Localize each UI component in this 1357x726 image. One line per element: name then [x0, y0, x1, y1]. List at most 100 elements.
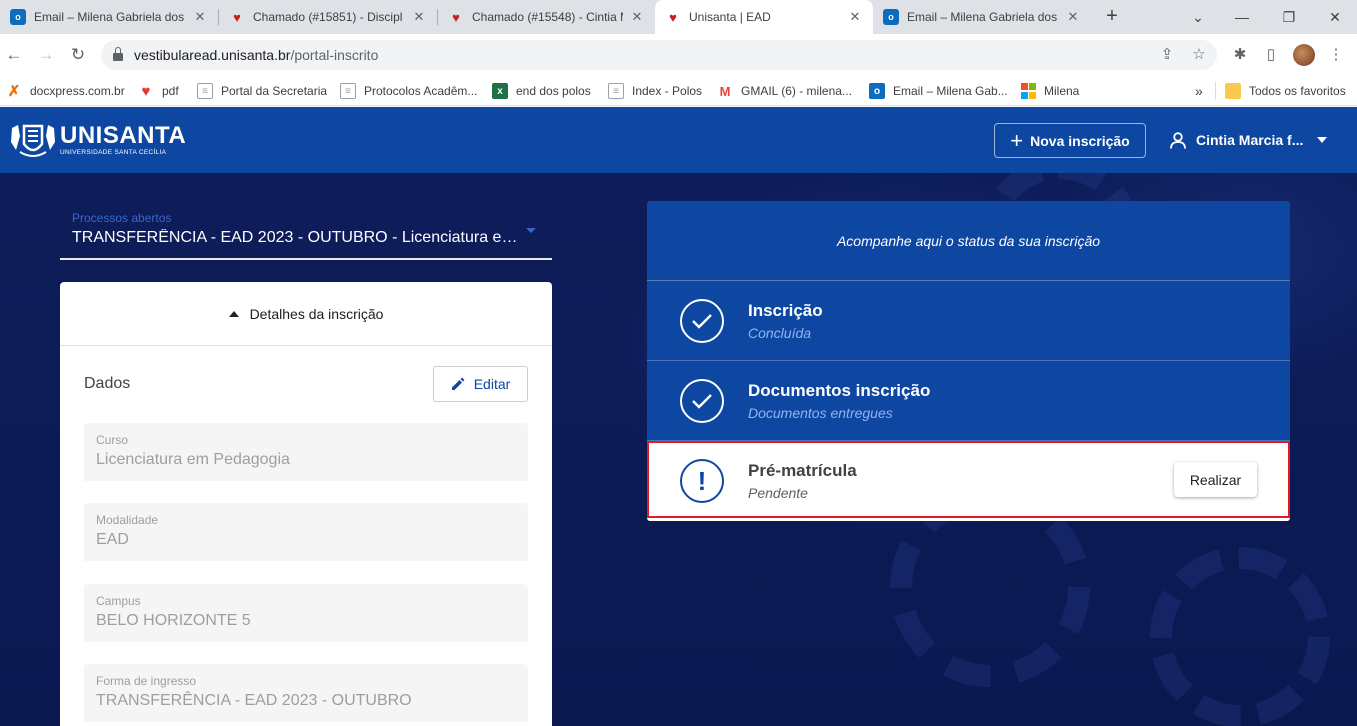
- dropdown-arrow-icon[interactable]: [526, 228, 536, 233]
- course-field: Curso Licenciatura em Pedagogia: [84, 423, 528, 481]
- process-select[interactable]: TRANSFERÊNCIA - EAD 2023 - OUTUBRO - Lic…: [72, 229, 522, 247]
- unisanta-icon: ♥: [669, 9, 677, 25]
- bookmark-item[interactable]: ≡ Index - Polos: [608, 82, 702, 100]
- section-title: Dados: [84, 375, 131, 392]
- unisanta-crest-icon: [11, 124, 55, 157]
- field-value: EAD: [96, 531, 129, 548]
- forward-icon[interactable]: →: [33, 42, 59, 68]
- document-icon: ≡: [608, 83, 624, 99]
- step-title: Inscrição: [748, 301, 823, 320]
- bookmarks-overflow-icon[interactable]: »: [1195, 82, 1203, 100]
- bookmark-item[interactable]: M GMAIL (6) - milena...: [717, 82, 852, 100]
- browser-tab[interactable]: o Email – Milena Gabriela dos ✕: [0, 0, 218, 34]
- tab-title: Unisanta | EAD: [689, 10, 771, 24]
- reload-icon[interactable]: ↻: [65, 42, 91, 68]
- details-toggle[interactable]: Detalhes da inscrição: [60, 282, 552, 346]
- chevron-down-icon: [1317, 137, 1328, 143]
- step-status: Documentos entregues: [748, 405, 893, 421]
- plus-icon: +: [1010, 127, 1024, 153]
- edit-label: Editar: [473, 376, 511, 392]
- profile-avatar[interactable]: [1293, 44, 1315, 66]
- bookmark-item[interactable]: o Email – Milena Gab...: [869, 82, 1008, 100]
- lock-icon[interactable]: [113, 47, 123, 61]
- document-icon: ≡: [340, 83, 356, 99]
- folder-icon: [1225, 83, 1241, 99]
- microsoft-icon: [1020, 83, 1036, 99]
- bookmark-label: pdf: [162, 84, 179, 98]
- bookmark-star-icon[interactable]: ☆: [1189, 45, 1209, 65]
- share-icon[interactable]: ⇪: [1157, 45, 1177, 65]
- pencil-icon: [451, 377, 464, 390]
- outlook-icon: o: [883, 9, 899, 25]
- excel-icon: x: [492, 83, 508, 99]
- url-text[interactable]: vestibularead.unisanta.br/portal-inscrit…: [134, 47, 378, 63]
- bookmark-label: Portal da Secretaria: [221, 84, 328, 98]
- bookmark-item[interactable]: ✗ docxpress.com.br: [6, 82, 125, 100]
- status-heading: Acompanhe aqui o status da sua inscrição: [647, 201, 1290, 281]
- bookmark-label: Todos os favoritos: [1249, 84, 1346, 98]
- details-card: Detalhes da inscrição Dados Editar Curso…: [60, 282, 552, 726]
- unisanta-icon: ♥: [233, 9, 241, 25]
- heart-icon: ♥: [141, 82, 151, 100]
- close-tab-icon[interactable]: ✕: [847, 9, 863, 25]
- address-bar[interactable]: vestibularead.unisanta.br/portal-inscrit…: [101, 40, 1217, 70]
- app-header: UNISANTA UNIVERSIDADE SANTA CECÍLIA + No…: [0, 107, 1357, 173]
- outlook-icon: o: [869, 83, 885, 99]
- unisanta-logo[interactable]: UNISANTA UNIVERSIDADE SANTA CECÍLIA: [8, 122, 186, 158]
- outlook-icon: o: [10, 9, 26, 25]
- user-icon: [1170, 131, 1186, 149]
- unisanta-icon: ♥: [452, 9, 460, 25]
- bookmark-item[interactable]: Milena: [1020, 82, 1079, 100]
- close-window-icon[interactable]: ✕: [1323, 5, 1347, 29]
- menu-icon[interactable]: ⋮: [1326, 45, 1346, 65]
- bookmark-item[interactable]: ≡ Protocolos Acadêm...: [340, 82, 477, 100]
- close-tab-icon[interactable]: ✕: [192, 9, 208, 25]
- back-icon[interactable]: ←: [1, 42, 27, 68]
- close-tab-icon[interactable]: ✕: [629, 9, 645, 25]
- bookmark-label: end dos polos: [516, 84, 591, 98]
- bookmark-item[interactable]: x end dos polos: [492, 82, 591, 100]
- bookmark-label: docxpress.com.br: [30, 84, 125, 98]
- side-panel-icon[interactable]: ▯: [1261, 45, 1281, 65]
- browser-toolbar: ← → ↻ vestibularead.unisanta.br/portal-i…: [0, 34, 1357, 76]
- field-label: Campus: [96, 594, 141, 608]
- bookmarks-bar: ✗ docxpress.com.br ♥ pdf ≡ Portal da Sec…: [0, 76, 1357, 106]
- field-label: Modalidade: [96, 513, 159, 527]
- tab-title: Email – Milena Gabriela dos: [34, 10, 185, 24]
- status-card: Acompanhe aqui o status da sua inscrição…: [647, 201, 1290, 521]
- new-tab-icon[interactable]: +: [1100, 4, 1124, 28]
- browser-tab[interactable]: ♥ Chamado (#15851) - Discipl ✕: [219, 0, 437, 34]
- extensions-icon[interactable]: ✱: [1230, 45, 1250, 65]
- bookmark-label: Protocolos Acadêm...: [364, 84, 478, 98]
- edit-button[interactable]: Editar: [433, 366, 528, 402]
- docxpress-icon: ✗: [7, 83, 21, 100]
- gmail-icon: M: [719, 83, 731, 99]
- entry-method-field: Forma de ingresso TRANSFERÊNCIA - EAD 20…: [84, 664, 528, 722]
- user-menu[interactable]: Cintia Marcia f...: [1170, 129, 1328, 151]
- bookmark-label: Email – Milena Gab...: [893, 84, 1008, 98]
- modality-field: Modalidade EAD: [84, 503, 528, 561]
- process-select-label: Processos abertos: [72, 211, 172, 225]
- bookmark-label: Milena: [1044, 84, 1080, 98]
- step-inscricao: Inscrição Concluída: [647, 281, 1290, 361]
- step-status: Concluída: [748, 325, 812, 341]
- bookmark-item[interactable]: ♥ pdf: [138, 82, 179, 100]
- close-tab-icon[interactable]: ✕: [1065, 9, 1081, 25]
- browser-tab[interactable]: o Email – Milena Gabriela dos ✕: [873, 0, 1091, 34]
- new-application-button[interactable]: + Nova inscrição: [994, 123, 1146, 158]
- tab-title: Email – Milena Gabriela dos: [907, 10, 1058, 24]
- tab-search-icon[interactable]: ⌄: [1186, 5, 1210, 29]
- browser-tab[interactable]: ♥ Chamado (#15548) - Cintia M ✕: [438, 0, 655, 34]
- step-documentos: Documentos inscrição Documentos entregue…: [647, 361, 1290, 441]
- close-tab-icon[interactable]: ✕: [411, 9, 427, 25]
- restore-icon[interactable]: ❐: [1277, 5, 1301, 29]
- check-circle-icon: [680, 299, 724, 343]
- user-name: Cintia Marcia f...: [1196, 132, 1304, 148]
- all-bookmarks[interactable]: Todos os favoritos: [1225, 82, 1346, 100]
- minimize-icon[interactable]: —: [1230, 5, 1254, 29]
- bookmark-label: GMAIL (6) - milena...: [741, 84, 852, 98]
- bookmark-item[interactable]: ≡ Portal da Secretaria: [197, 82, 327, 100]
- page: UNISANTA UNIVERSIDADE SANTA CECÍLIA + No…: [0, 107, 1357, 726]
- background-gear: [1150, 547, 1330, 726]
- browser-tab-active[interactable]: ♥ Unisanta | EAD ✕: [655, 0, 873, 34]
